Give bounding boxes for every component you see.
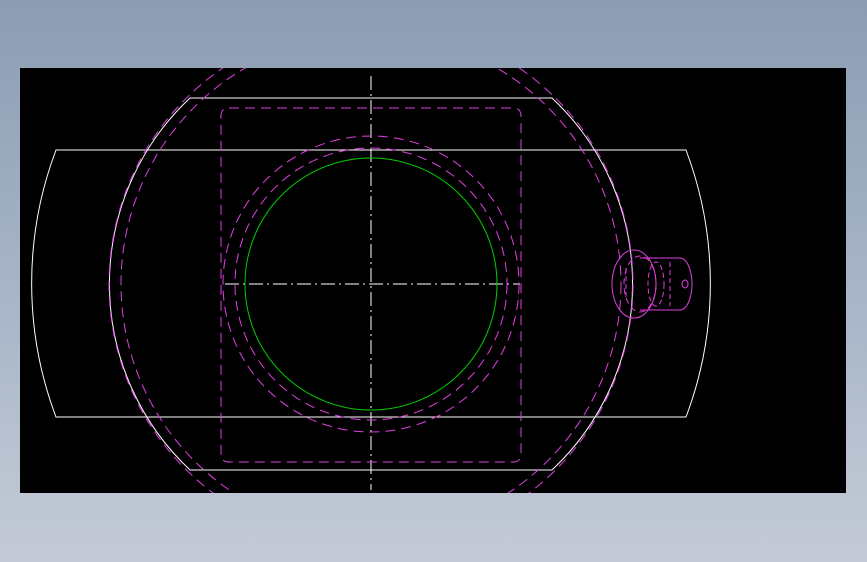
fitting-flange xyxy=(611,249,657,319)
fitting-flange-inner xyxy=(623,255,657,313)
side-fitting xyxy=(611,249,693,319)
cad-viewport[interactable] xyxy=(20,68,846,493)
fitting-port xyxy=(681,279,689,289)
cad-drawing-canvas xyxy=(31,68,711,493)
